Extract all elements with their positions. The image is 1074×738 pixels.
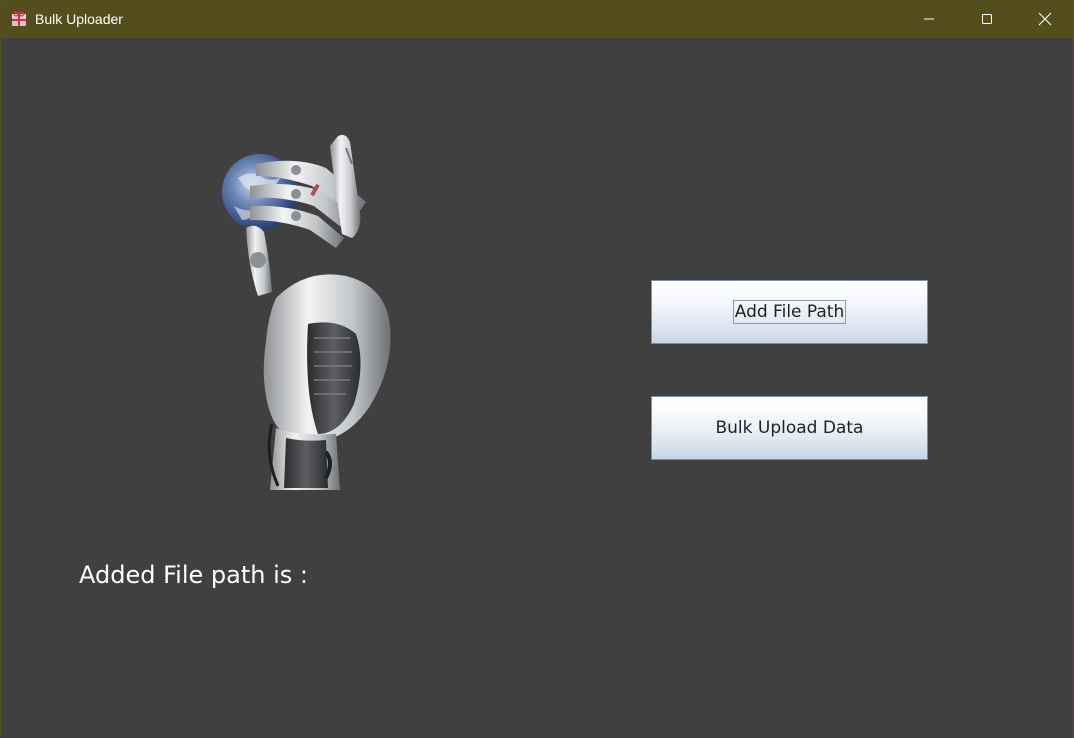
window-title: Bulk Uploader [35,11,123,27]
maximize-icon [982,14,992,24]
add-file-path-button[interactable]: Add File Path [651,280,928,344]
maximize-button[interactable] [958,1,1016,37]
robot-hand-globe-image [222,134,391,490]
minimize-button[interactable] [900,1,958,37]
minimize-icon [924,18,934,20]
main-panel: Add File Path Bulk Upload Data Added Fil… [1,38,1073,738]
bulk-upload-data-button[interactable]: Bulk Upload Data [651,396,928,460]
package-icon [12,11,26,26]
file-path-label: Added File path is : [79,561,308,589]
app-window: Bulk Uploader Add File Path Bulk Upload … [0,0,1074,738]
close-icon [1038,12,1052,26]
close-button[interactable] [1016,1,1074,37]
title-bar[interactable]: Bulk Uploader [1,1,1073,38]
bulk-upload-data-label: Bulk Upload Data [715,418,864,438]
add-file-path-label: Add File Path [732,300,847,324]
